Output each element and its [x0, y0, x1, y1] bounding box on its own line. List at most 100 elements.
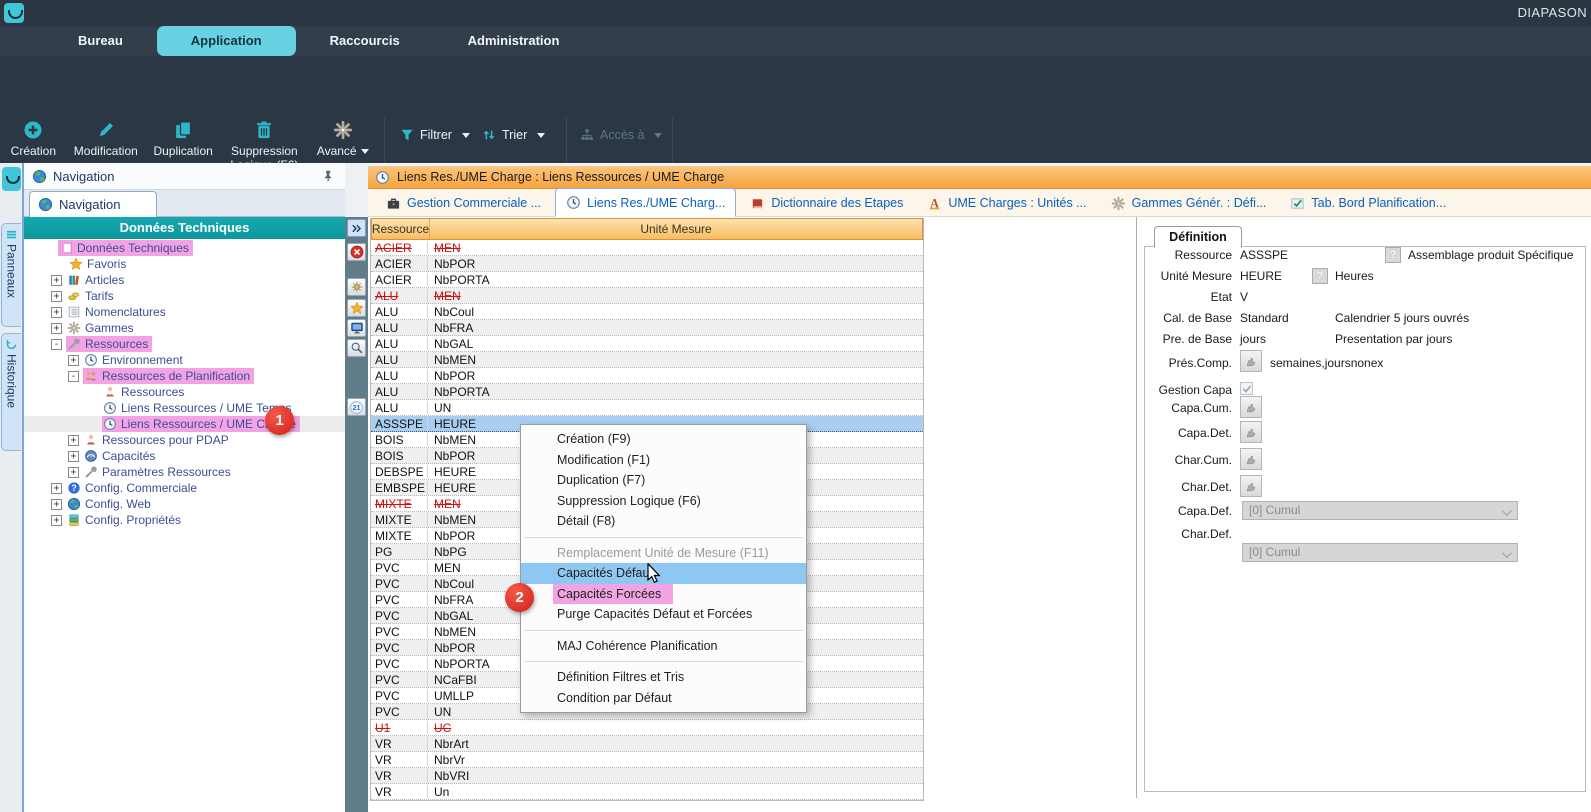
- table-row[interactable]: ACIER NbPORTA: [371, 272, 923, 288]
- tab-navigation[interactable]: Navigation: [29, 191, 157, 217]
- tree-item[interactable]: + Gammes: [24, 320, 345, 336]
- tree-item[interactable]: + Capacités: [24, 448, 345, 464]
- close-button[interactable]: [347, 243, 366, 261]
- calendar-button[interactable]: [347, 398, 366, 416]
- context-menu-item[interactable]: Purge Capacités Défaut et Forcées: [521, 604, 806, 625]
- trier-button[interactable]: Trier: [482, 128, 545, 142]
- tree-item-icon: [84, 433, 98, 447]
- table-row[interactable]: ALU NbCoul: [371, 304, 923, 320]
- tree-expander[interactable]: +: [51, 323, 62, 334]
- tree-expander[interactable]: +: [68, 435, 79, 446]
- capa-det-hand-button[interactable]: [1240, 421, 1262, 443]
- char-det-hand-button[interactable]: [1240, 475, 1262, 497]
- network-button[interactable]: [347, 278, 366, 296]
- acces-a-button[interactable]: Accès à: [580, 128, 662, 142]
- tree-item[interactable]: + Environnement: [24, 352, 345, 368]
- pin-icon[interactable]: [321, 169, 335, 183]
- document-tab[interactable]: Liens Res./UME Charg...: [555, 188, 736, 217]
- tree-expander[interactable]: +: [51, 307, 62, 318]
- tree-item[interactable]: + Nomenclatures: [24, 304, 345, 320]
- tree-item[interactable]: + Config. Web: [24, 496, 345, 512]
- table-row[interactable]: ALU NbGAL: [371, 336, 923, 352]
- ribbon-tab[interactable]: Raccourcis: [296, 26, 434, 56]
- table-row[interactable]: ACIER MEN: [371, 240, 923, 256]
- app-logo-icon-small[interactable]: [2, 167, 21, 191]
- ribbon-tab[interactable]: Administration: [434, 26, 594, 56]
- context-menu-item[interactable]: Modification (F1): [521, 450, 806, 471]
- tree-item[interactable]: + Config. Propriétés: [24, 512, 345, 528]
- tree-expander[interactable]: +: [51, 499, 62, 510]
- app-title: DIAPASON: [1518, 5, 1587, 20]
- historique-vertical-tab[interactable]: Historique: [1, 333, 21, 451]
- tree-expander[interactable]: +: [68, 355, 79, 366]
- context-menu-item[interactable]: Condition par Défaut: [521, 688, 806, 709]
- ribbon-tab[interactable]: Bureau: [44, 26, 157, 56]
- tree-expander[interactable]: -: [51, 339, 62, 350]
- document-tab[interactable]: Gammes Génér. : Défi...: [1101, 190, 1277, 216]
- tree-item[interactable]: Liens Ressources / UME Temps: [24, 400, 345, 416]
- context-menu-item[interactable]: Capacités Défaut: [521, 563, 806, 584]
- table-row[interactable]: U1 UC: [371, 720, 923, 736]
- monitor-button[interactable]: [347, 319, 366, 337]
- char-def-dropdown[interactable]: [0] Cumul: [1242, 543, 1518, 562]
- tree-item[interactable]: + Articles: [24, 272, 345, 288]
- tree-expander[interactable]: +: [68, 451, 79, 462]
- tree-item[interactable]: + Ressources pour PDAP: [24, 432, 345, 448]
- capa-def-dropdown[interactable]: [0] Cumul: [1242, 501, 1518, 520]
- column-header-ressource[interactable]: Ressource: [372, 219, 430, 239]
- table-row[interactable]: ALU UN: [371, 400, 923, 416]
- table-row[interactable]: ALU NbPORTA: [371, 384, 923, 400]
- tree-item[interactable]: + Tarifs: [24, 288, 345, 304]
- table-row[interactable]: ALU NbMEN: [371, 352, 923, 368]
- document-tab[interactable]: Gestion Commerciale ...: [376, 190, 551, 216]
- tree-item[interactable]: + Config. Commerciale: [24, 480, 345, 496]
- char-cum-hand-button[interactable]: [1240, 448, 1262, 470]
- context-menu-item[interactable]: Définition Filtres et Tris: [521, 667, 806, 688]
- table-row[interactable]: VR Un: [371, 784, 923, 800]
- tree-expander[interactable]: -: [68, 371, 79, 382]
- column-header-unite-mesure[interactable]: Unité Mesure: [430, 219, 922, 239]
- capa-cum-hand-button[interactable]: [1240, 396, 1262, 418]
- collapse-panel-button[interactable]: [347, 219, 366, 237]
- table-row[interactable]: VR NbVRI: [371, 768, 923, 784]
- document-tab[interactable]: Tab. Bord Planification...: [1280, 190, 1456, 216]
- table-row[interactable]: VR NbrVr: [371, 752, 923, 768]
- table-row[interactable]: ALU MEN: [371, 288, 923, 304]
- tree-expander[interactable]: +: [68, 467, 79, 478]
- tree-expander[interactable]: +: [51, 515, 62, 526]
- context-menu-item[interactable]: Remplacement Unité de Mesure (F11): [521, 543, 806, 564]
- panneaux-vertical-tab[interactable]: Panneaux: [1, 223, 21, 327]
- context-menu-item[interactable]: MAJ Cohérence Planification: [521, 636, 806, 657]
- table-row[interactable]: ALU NbPOR: [371, 368, 923, 384]
- document-tab[interactable]: Dictionnaire des Etapes: [740, 190, 913, 216]
- context-menu-item[interactable]: Capacités Forcées: [521, 584, 806, 605]
- tree-item[interactable]: - Ressources de Planification: [24, 368, 345, 384]
- tree-item[interactable]: Liens Ressources / UME Charge: [24, 416, 345, 432]
- tree-item[interactable]: - Ressources: [24, 336, 345, 352]
- pres-comp-hand-button[interactable]: [1240, 350, 1262, 372]
- tree-item[interactable]: Favoris: [24, 256, 345, 272]
- gestion-capa-checkbox[interactable]: [1240, 382, 1253, 395]
- context-menu-item[interactable]: Duplication (F7): [521, 470, 806, 491]
- tree-expander[interactable]: +: [51, 291, 62, 302]
- filtrer-button[interactable]: Filtrer: [400, 128, 470, 142]
- table-row[interactable]: ACIER NbPOR: [371, 256, 923, 272]
- help-button[interactable]: ?: [1312, 268, 1328, 284]
- tree-expander[interactable]: +: [51, 275, 62, 286]
- tab-definition[interactable]: Définition: [1154, 226, 1242, 248]
- tree-item[interactable]: + Paramètres Ressources: [24, 464, 345, 480]
- tree-item[interactable]: Données Techniques: [24, 240, 345, 256]
- context-menu-item[interactable]: Création (F9): [521, 429, 806, 450]
- table-row[interactable]: VR NbrArt: [371, 736, 923, 752]
- search-button[interactable]: [347, 339, 366, 357]
- help-button[interactable]: ?: [1385, 247, 1401, 263]
- tree-expander[interactable]: +: [51, 483, 62, 494]
- ribbon-tab[interactable]: Application: [157, 26, 296, 56]
- context-menu-item[interactable]: Suppression Logique (F6): [521, 491, 806, 512]
- tree-item[interactable]: Ressources: [24, 384, 345, 400]
- chevron-down-icon: [654, 133, 662, 138]
- context-menu-item[interactable]: Détail (F8): [521, 511, 806, 532]
- favorite-button[interactable]: [347, 299, 366, 317]
- document-tab[interactable]: UME Charges : Unités ...: [917, 190, 1096, 216]
- table-row[interactable]: ALU NbFRA: [371, 320, 923, 336]
